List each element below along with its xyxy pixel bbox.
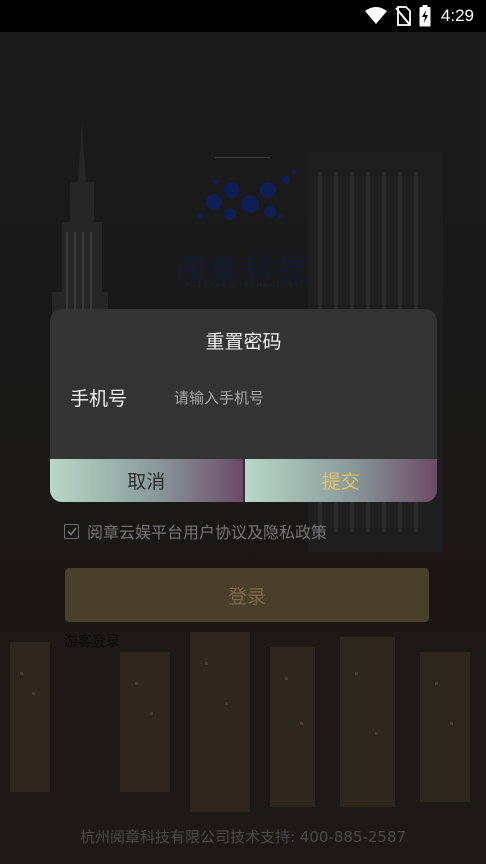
phone-input[interactable] <box>174 385 414 411</box>
brand-tagline: YUEZHANG TECHNOLOGY <box>185 282 301 289</box>
no-sim-icon <box>395 6 411 26</box>
reset-password-dialog: 重置密码 手机号 取消 提交 <box>50 309 437 502</box>
agreement-row[interactable]: 阅章云娱平台用户协议及隐私政策 <box>64 519 327 543</box>
battery-charging-icon <box>419 5 431 27</box>
agreement-link[interactable]: 阅章云娱平台用户协议及隐私政策 <box>87 519 327 543</box>
agreement-checkbox[interactable] <box>64 523 79 539</box>
submit-button[interactable]: 提交 <box>244 459 437 502</box>
dialog-title: 重置密码 <box>205 331 282 353</box>
status-time: 4:29 <box>440 6 474 25</box>
status-bar: 4:29 <box>0 0 486 32</box>
visitor-login-link[interactable]: 游客登录 <box>64 631 120 651</box>
cancel-button[interactable]: 取消 <box>50 459 243 502</box>
dialog-button-row: 取消 提交 <box>50 459 437 502</box>
support-footer: 杭州阅章科技有限公司技术支持: 400-885-2587 <box>79 828 407 846</box>
wifi-icon <box>364 7 387 25</box>
checkmark-icon <box>66 527 77 536</box>
status-icons: 4:29 <box>364 5 474 27</box>
login-button[interactable]: 登录 <box>65 568 429 622</box>
phone-label: 手机号 <box>70 388 128 410</box>
